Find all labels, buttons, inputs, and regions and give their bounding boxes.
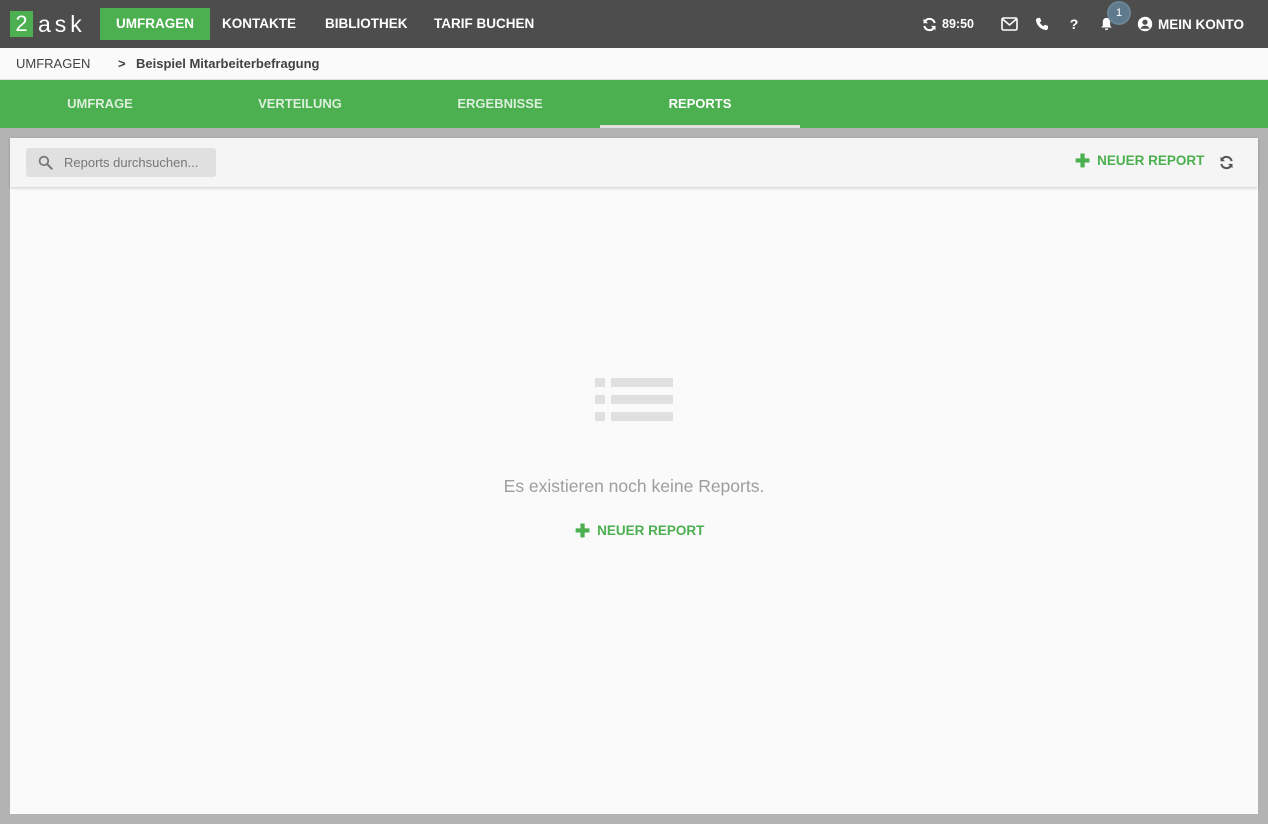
nav-item-kontakte[interactable]: KONTAKTE [222,8,296,40]
sync-icon [923,17,936,31]
session-timer[interactable]: 89:50 [922,14,974,34]
notification-badge: 1 [1107,1,1131,25]
mail-icon[interactable] [999,14,1019,34]
search-input[interactable] [64,155,204,170]
reports-toolbar: ✚ NEUER REPORT [10,138,1258,187]
tab-reports[interactable]: REPORTS [600,80,800,128]
empty-state-new-report-label: NEUER REPORT [597,523,705,538]
new-report-button[interactable]: ✚ NEUER REPORT [1075,150,1205,171]
reports-panel: ✚ NEUER REPORT Es existieren noch keine … [10,138,1258,814]
account-menu[interactable]: MEIN KONTO [1137,14,1244,34]
logo-digit: 2 [10,11,33,37]
top-navbar: 2 ask UMFRAGEN KONTAKTE BIBLIOTHEK TARIF… [0,0,1268,48]
list-icon [595,378,673,421]
breadcrumb-separator: > [118,56,126,71]
search-box[interactable] [26,148,216,177]
phone-icon[interactable] [1032,14,1052,34]
nav-item-umfragen[interactable]: UMFRAGEN [100,8,210,40]
breadcrumb-current: Beispiel Mitarbeiterbefragung [136,56,320,71]
plus-icon: ✚ [575,520,591,541]
empty-state-new-report-button[interactable]: ✚ NEUER REPORT [575,520,705,541]
empty-state-message: Es existieren noch keine Reports. [503,476,765,496]
new-report-label: NEUER REPORT [1097,153,1205,168]
breadcrumb-root[interactable]: UMFRAGEN [16,56,90,71]
tab-umfrage[interactable]: UMFRAGE [0,80,200,128]
timer-value: 89:50 [942,17,974,31]
help-icon[interactable]: ? [1064,14,1084,34]
nav-item-bibliothek[interactable]: BIBLIOTHEK [325,8,408,40]
user-circle-icon [1137,16,1153,32]
plus-icon: ✚ [1075,150,1091,171]
tab-ergebnisse[interactable]: ERGEBNISSE [400,80,600,128]
app-logo[interactable]: 2 ask [10,11,86,37]
search-icon [38,155,53,170]
survey-tabs: UMFRAGE VERTEILUNG ERGEBNISSE REPORTS [0,80,1268,128]
tab-verteilung[interactable]: VERTEILUNG [200,80,400,128]
breadcrumb: UMFRAGEN > Beispiel Mitarbeiterbefragung [0,48,1268,80]
logo-text: ask [38,11,86,37]
refresh-icon[interactable] [1217,153,1235,171]
account-label: MEIN KONTO [1158,16,1245,32]
nav-item-tarif-buchen[interactable]: TARIF BUCHEN [434,8,534,40]
